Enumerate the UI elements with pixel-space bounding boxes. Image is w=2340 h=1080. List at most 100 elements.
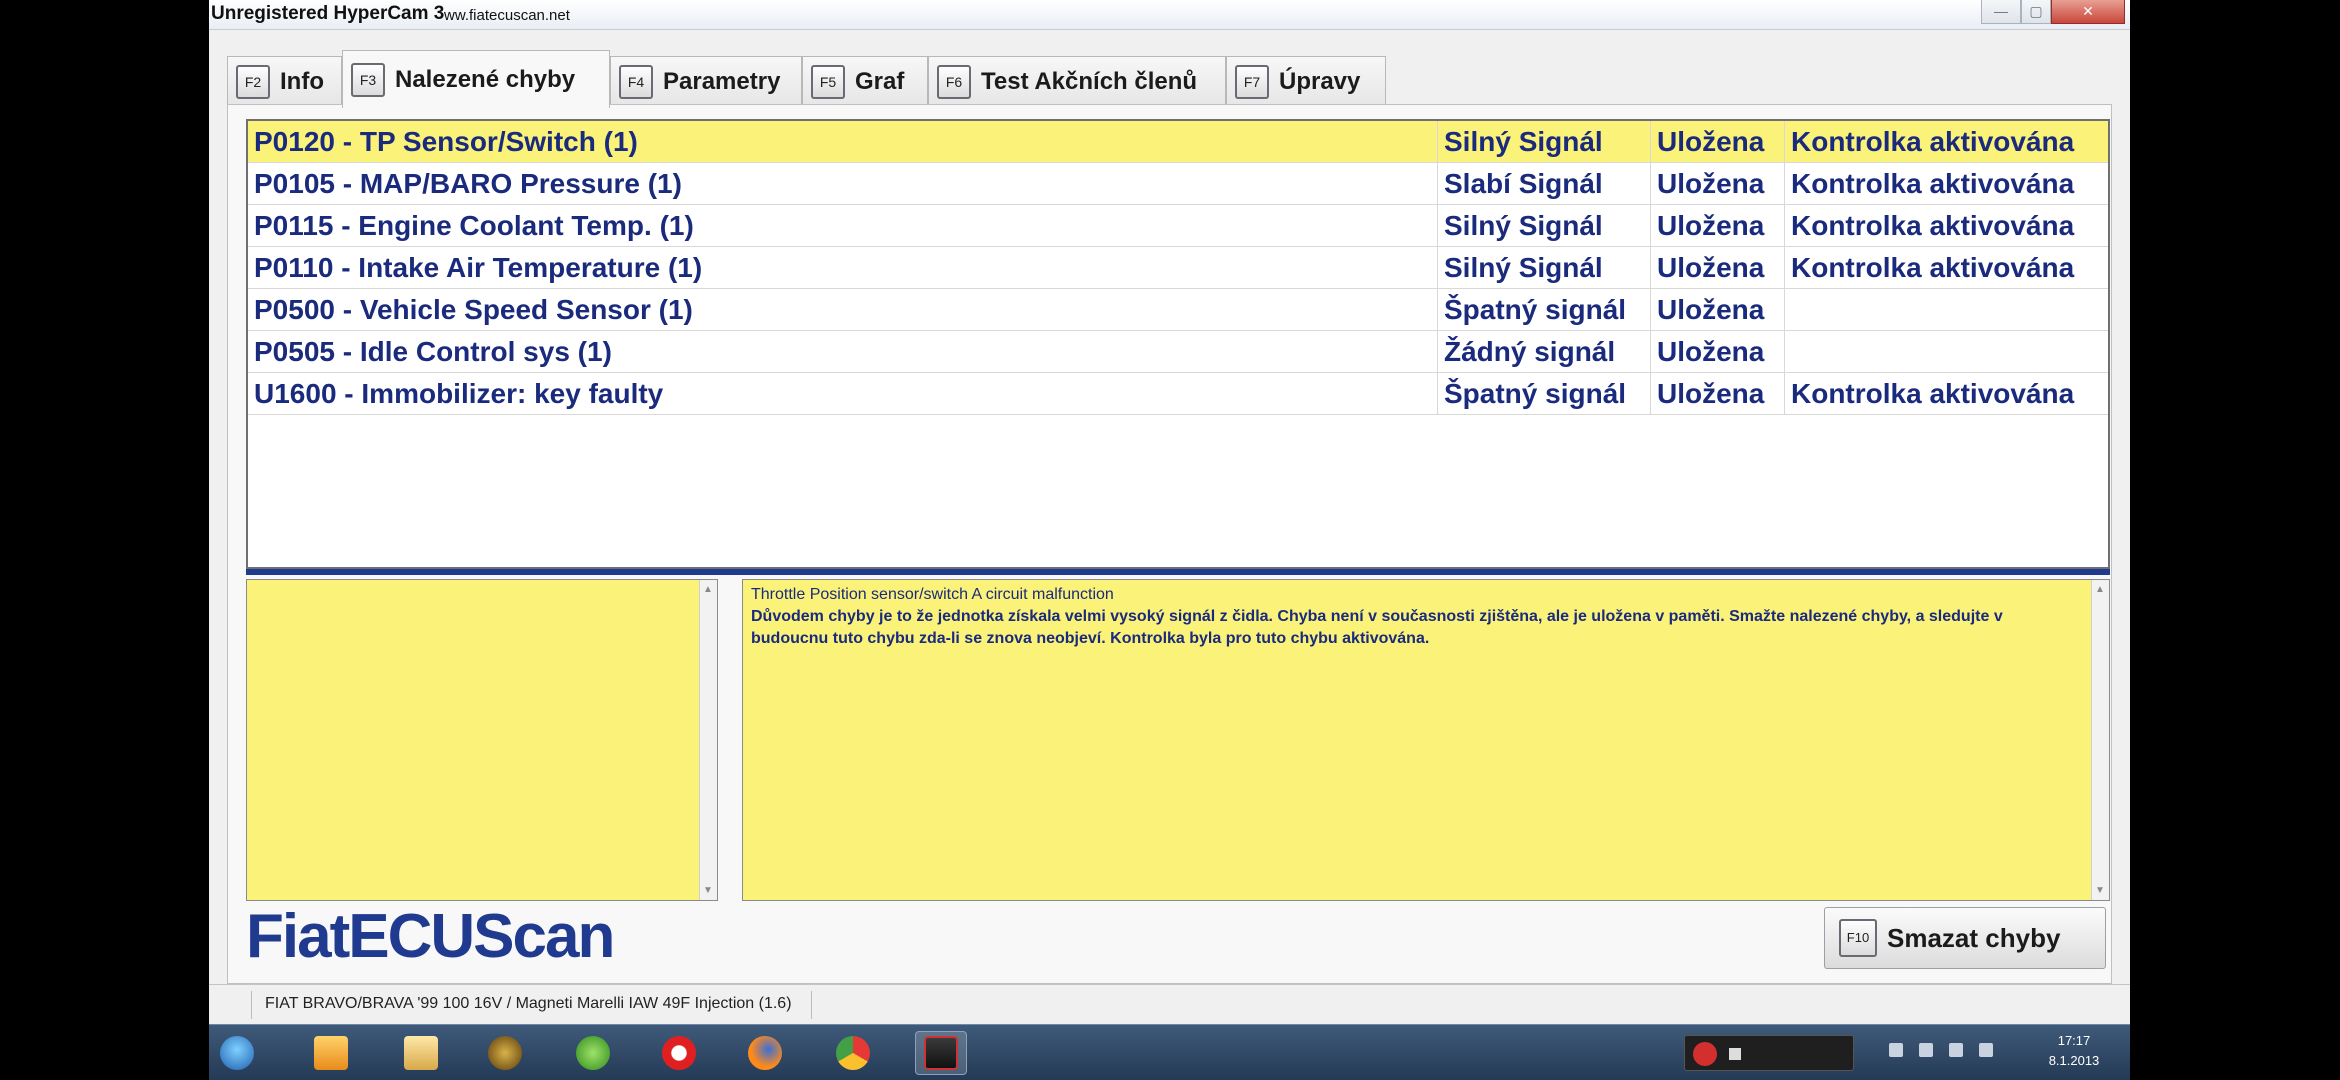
close-button[interactable]: ✕ — [2051, 0, 2125, 24]
chrome-icon — [836, 1036, 870, 1070]
video-frame: Unregistered HyperCam 3 ww.fiatecuscan.n… — [0, 0, 2340, 1080]
fault-lamp: Kontrolka aktivována — [1791, 210, 2075, 241]
clock-time: 17:17 — [2057, 1033, 2091, 1048]
network-icon[interactable] — [1919, 1043, 1933, 1057]
vehicle-info: FIAT BRAVO/BRAVA '99 100 16V / Magneti M… — [265, 995, 792, 1012]
fault-code: P0120 - TP Sensor/Switch (1) — [248, 121, 1438, 163]
title-bar: Unregistered HyperCam 3 ww.fiatecuscan.n… — [209, 0, 2130, 30]
start-button[interactable] — [211, 1031, 263, 1075]
record-icon[interactable] — [1693, 1042, 1717, 1066]
status-bar: FIAT BRAVO/BRAVA '99 100 16V / Magneti M… — [209, 984, 2130, 1024]
fault-lamp: Kontrolka aktivována — [1791, 126, 2075, 157]
window-title: Unregistered HyperCam 3 — [211, 3, 445, 24]
description-body: Důvodem chyby je to že jednotka získala … — [751, 608, 2003, 647]
fault-row[interactable]: P0105 - MAP/BARO Pressure (1) Slabí Sign… — [248, 163, 2108, 205]
clock[interactable]: 17:17 8.1.2013 — [2029, 1031, 2119, 1071]
scroll-down-icon[interactable]: ▼ — [703, 885, 713, 896]
fault-stored: Uložena — [1651, 289, 1785, 331]
maximize-button[interactable]: ▢ — [2021, 0, 2051, 24]
tab-key: F3 — [351, 62, 385, 97]
clear-faults-button[interactable]: F10 Smazat chyby — [1824, 907, 2106, 969]
scroll-down-icon[interactable]: ▼ — [2095, 885, 2105, 896]
fault-stored: Uložena — [1651, 121, 1785, 163]
tab-key: F7 — [1235, 64, 1269, 99]
tab-actuator-test[interactable]: F6 Test Akčních členů — [928, 56, 1226, 106]
folder-icon — [404, 1036, 438, 1070]
tab-info[interactable]: F2 Info — [227, 56, 342, 106]
fiatecuscan-icon — [924, 1036, 958, 1070]
fault-description: Throttle Position sensor/switch A circui… — [751, 584, 2071, 650]
recorder-toolbar[interactable] — [1684, 1035, 1854, 1071]
scroll-up-icon[interactable]: ▲ — [2095, 584, 2105, 595]
tab-adjustments[interactable]: F7 Úpravy — [1226, 56, 1386, 106]
windows-start-icon — [220, 1036, 254, 1070]
fault-signal: Žádný signál — [1438, 331, 1651, 373]
media-player-icon — [314, 1036, 348, 1070]
tab-key: F2 — [236, 64, 270, 99]
tab-key: F5 — [811, 64, 845, 99]
fault-signal: Silný Signál — [1438, 121, 1651, 163]
taskbar-app-wow[interactable] — [479, 1031, 531, 1075]
description-heading: Throttle Position sensor/switch A circui… — [751, 586, 1114, 603]
tab-parameters[interactable]: F4 Parametry — [610, 56, 802, 106]
tab-graph[interactable]: F5 Graf — [802, 56, 928, 106]
faults-panel: P0120 - TP Sensor/Switch (1) Silný Signá… — [227, 104, 2112, 984]
fault-stored: Uložena — [1651, 163, 1785, 205]
fault-row[interactable]: P0110 - Intake Air Temperature (1) Silný… — [248, 247, 2108, 289]
flower-icon — [576, 1036, 610, 1070]
scroll-up-icon[interactable]: ▲ — [703, 584, 713, 595]
left-scrollbar[interactable]: ▲ ▼ — [699, 580, 717, 900]
fault-stored: Uložena — [1651, 373, 1785, 415]
stop-icon[interactable] — [1729, 1048, 1741, 1060]
minimize-button[interactable]: — — [1981, 0, 2021, 24]
clock-date: 8.1.2013 — [2048, 1053, 2100, 1068]
tab-label: Úpravy — [1279, 67, 1361, 95]
app-screen: Unregistered HyperCam 3 ww.fiatecuscan.n… — [209, 0, 2130, 1080]
description-scrollbar[interactable]: ▲ ▼ — [2091, 580, 2109, 900]
fault-row[interactable]: P0505 - Idle Control sys (1) Žádný signá… — [248, 331, 2108, 373]
battery-icon[interactable] — [1979, 1043, 1993, 1057]
fault-code: P0500 - Vehicle Speed Sensor (1) — [248, 289, 1438, 331]
taskbar-app-firefox[interactable] — [739, 1031, 791, 1075]
taskbar-app-fiatecuscan[interactable] — [915, 1031, 967, 1075]
tab-found-faults[interactable]: F3 Nalezené chyby — [342, 50, 610, 108]
taskbar-app-media[interactable] — [305, 1031, 357, 1075]
button-key: F10 — [1839, 919, 1877, 957]
faults-table: P0120 - TP Sensor/Switch (1) Silný Signá… — [246, 119, 2110, 569]
fault-code: P0105 - MAP/BARO Pressure (1) — [248, 163, 1438, 205]
fault-signal: Špatný signál — [1438, 373, 1651, 415]
fault-row[interactable]: P0120 - TP Sensor/Switch (1) Silný Signá… — [248, 121, 2108, 163]
button-label: Smazat chyby — [1887, 922, 2061, 953]
opera-icon — [662, 1036, 696, 1070]
taskbar-app-opera[interactable] — [653, 1031, 705, 1075]
fault-lamp: Kontrolka aktivována — [1791, 168, 2075, 199]
fault-description-pane: Throttle Position sensor/switch A circui… — [742, 579, 2110, 901]
fault-lamp: Kontrolka aktivována — [1791, 252, 2075, 283]
firefox-icon — [748, 1036, 782, 1070]
fault-code: U1600 - Immobilizer: key faulty — [248, 373, 1438, 415]
taskbar: 17:17 8.1.2013 — [209, 1024, 2130, 1080]
fiatecuscan-logo: FiatECUScan — [246, 902, 615, 971]
fault-signal: Silný Signál — [1438, 205, 1651, 247]
fault-stored: Uložena — [1651, 205, 1785, 247]
fault-row[interactable]: P0500 - Vehicle Speed Sensor (1) Špatný … — [248, 289, 2108, 331]
tray-icon[interactable] — [1889, 1043, 1903, 1057]
taskbar-app-icq[interactable] — [567, 1031, 619, 1075]
left-info-pane: ▲ ▼ — [246, 579, 718, 901]
taskbar-app-chrome[interactable] — [827, 1031, 879, 1075]
fault-row[interactable]: U1600 - Immobilizer: key faulty Špatný s… — [248, 373, 2108, 415]
tab-label: Info — [280, 67, 324, 95]
tab-key: F6 — [937, 64, 971, 99]
fault-row[interactable]: P0115 - Engine Coolant Temp. (1) Silný S… — [248, 205, 2108, 247]
splitter[interactable] — [246, 569, 2110, 575]
fault-signal: Špatný signál — [1438, 289, 1651, 331]
fault-code: P0115 - Engine Coolant Temp. (1) — [248, 205, 1438, 247]
taskbar-app-explorer[interactable] — [395, 1031, 447, 1075]
fault-stored: Uložena — [1651, 331, 1785, 373]
tab-label: Graf — [855, 67, 905, 95]
window-subtitle: ww.fiatecuscan.net — [444, 7, 570, 24]
tab-label: Nalezené chyby — [395, 65, 576, 93]
fault-code: P0110 - Intake Air Temperature (1) — [248, 247, 1438, 289]
fault-lamp — [1785, 289, 2108, 331]
volume-icon[interactable] — [1949, 1043, 1963, 1057]
